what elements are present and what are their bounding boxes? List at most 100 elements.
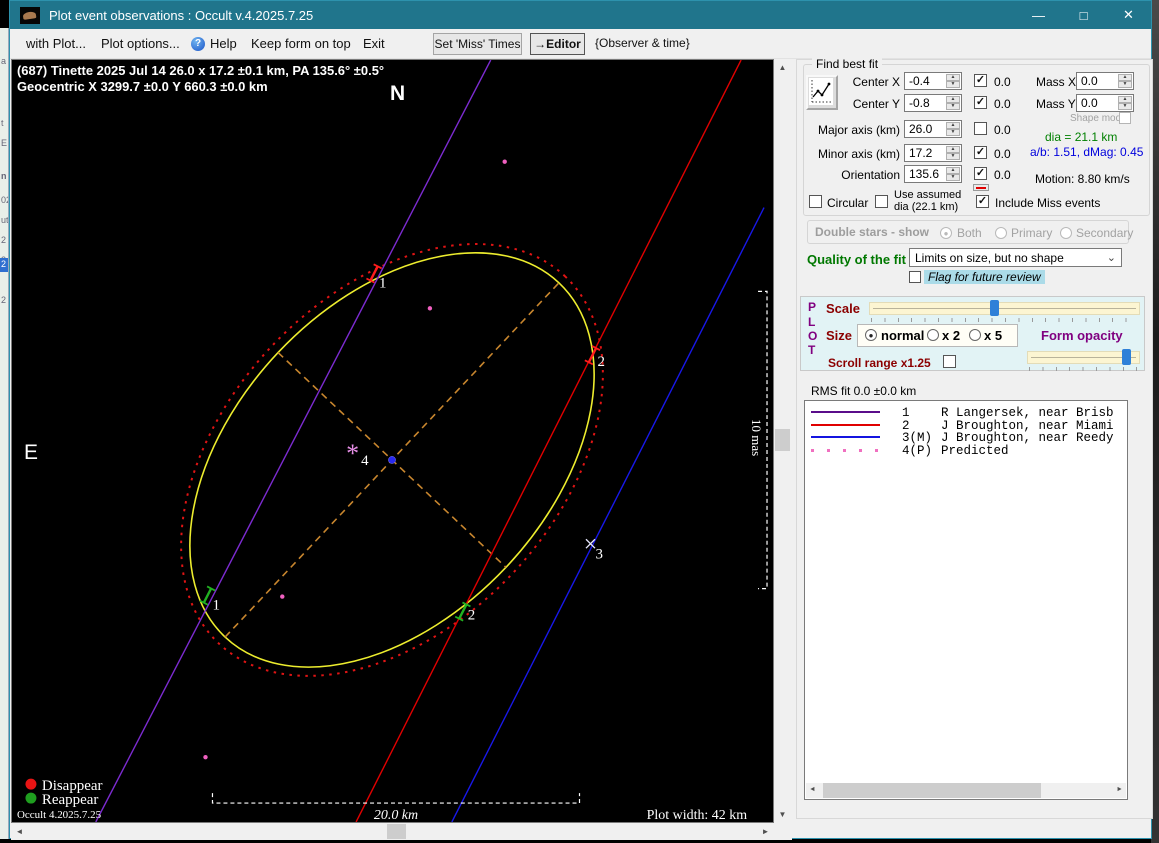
major-axis-spinner[interactable]: ▲ ▼ [946,122,960,136]
scroll-right-arrow[interactable]: ► [757,823,774,840]
disappear-legend-dot [25,778,37,790]
bg-fragment: n [1,171,7,181]
fit-control-panel: Find best fit Center X -0.4 ▲ ▼ ✓ 0.0 Mas… [796,57,1153,819]
center-y-label: Center Y [852,97,900,111]
observer-listbox[interactable]: 1R Langersek, near Brisb 2J Broughton, n… [804,400,1128,800]
occultation-plot[interactable]: 1 2 1 2 3 4 * 10 mas 20.0 km (687) Tinet… [11,59,774,823]
rms-fit-label: RMS fit 0.0 ±0.0 km [811,384,917,398]
maximize-button[interactable]: □ [1061,1,1106,29]
km-scale-bar [211,793,581,804]
scale-slider-thumb[interactable] [990,300,999,316]
size-normal-label: normal [881,328,925,343]
scale-slider-track[interactable] [869,302,1140,315]
minor-axis-label: Minor axis (km) [817,147,900,161]
help-icon[interactable]: ? [191,37,205,51]
opacity-slider-ticks [1029,367,1138,371]
plot-letter-o: O [808,329,818,343]
plot-width-label: Plot width: 42 km [647,808,748,823]
use-assumed-label-2: dia (22.1 km) [894,201,959,213]
minor-axis-spinner[interactable]: ▲ ▼ [946,146,960,160]
center-x-checkbox[interactable]: ✓ [974,74,987,87]
mass-x-input[interactable]: 0.0 ▲ ▼ [1076,72,1134,90]
set-miss-times-button[interactable]: Set 'Miss' Times [433,33,522,55]
editor-button[interactable]: →Editor [530,33,585,55]
app-window: Plot event observations : Occult v.4.202… [9,0,1153,840]
menu-keep-on-top[interactable]: Keep form on top [251,36,351,51]
plot-title-line2: Geocentric X 3299.7 ±0.0 Y 660.3 ±0.0 km [17,79,268,94]
orientation-checkbox[interactable]: ✓ [974,167,987,180]
menu-exit[interactable]: Exit [363,36,385,51]
list-item[interactable]: 2J Broughton, near Miami [805,419,1127,433]
scroll-range-checkbox[interactable] [943,355,956,368]
chevron-down-icon: ⌄ [1106,252,1116,264]
minor-axis-input[interactable]: 17.2 ▲ ▼ [904,144,962,162]
marker-label-miss: 3 [595,547,602,563]
double-primary-label: Primary [1011,226,1053,240]
size-x2-radio[interactable] [927,329,939,341]
center-x-spinner[interactable]: ▲ ▼ [946,74,960,88]
orientation-label: Orientation [841,168,900,182]
find-best-fit-label: Find best fit [812,57,883,71]
axis-ratio-label: a/b: 1.51, dMag: 0.45 [1030,145,1144,159]
list-scroll-left-arrow[interactable]: ◄ [806,783,819,798]
close-button[interactable]: ✕ [1106,1,1151,29]
quality-dropdown[interactable]: Limits on size, but no shape ⌄ [909,248,1122,267]
use-assumed-checkbox[interactable] [875,195,888,208]
horizontal-scroll-thumb[interactable] [387,824,406,839]
plot-vertical-scrollbar[interactable]: ▲ ▼ [774,59,791,823]
size-x5-label: x 5 [984,328,1003,343]
orientation-spinner[interactable]: ▲ ▼ [946,167,960,181]
km-scale-label: 20.0 km [374,808,418,823]
list-item[interactable]: 3(M) J Broughton, near Reedy [805,431,1127,445]
listbox-horizontal-scrollbar[interactable]: ◄ ► [806,783,1126,798]
plot-panel: 1 2 1 2 3 4 * 10 mas 20.0 km (687) Tinet… [11,59,792,840]
menu-with-plot[interactable]: with Plot... [26,36,86,51]
major-axis-label: Major axis (km) [817,123,900,137]
include-miss-checkbox[interactable]: ✓ [976,195,989,208]
double-secondary-radio[interactable] [1060,227,1072,239]
menu-plot-options[interactable]: Plot options... [101,36,180,51]
plot-horizontal-scrollbar[interactable]: ◄ ► [11,823,774,840]
scroll-down-arrow[interactable]: ▼ [774,806,791,823]
list-item[interactable]: 1R Langersek, near Brisb [805,406,1127,420]
mas-scale-label: 10 mas [749,419,764,456]
double-both-radio[interactable]: ● [940,227,952,239]
bg-fragment: t [1,118,4,128]
minor-axis-checkbox[interactable]: ✓ [974,146,987,159]
center-y-spinner[interactable]: ▲ ▼ [946,96,960,110]
marker-label-r1: 1 [212,598,219,614]
mass-y-spinner[interactable]: ▲ ▼ [1118,96,1132,110]
shape-model-checkbox[interactable] [1119,112,1131,124]
include-miss-label: Include Miss events [995,196,1101,210]
double-primary-radio[interactable] [995,227,1007,239]
opacity-slider-thumb[interactable] [1122,349,1131,365]
orientation-input[interactable]: 135.6 ▲ ▼ [904,165,962,183]
menu-help[interactable]: Help [210,36,237,51]
background-window-sliver: a t E n 02 ut 2 2 2 2 [0,28,9,839]
size-x5-radio[interactable] [969,329,981,341]
scroll-up-arrow[interactable]: ▲ [774,59,791,76]
center-y-input[interactable]: -0.8 ▲ ▼ [904,94,962,112]
line-style-button[interactable] [973,184,989,191]
use-assumed-label-1: Use assumed [894,189,962,201]
reappear-legend-label: Reappear [42,792,98,808]
circular-checkbox[interactable] [809,195,822,208]
plot-letter-p: P [808,300,817,314]
list-item[interactable]: 4(P) Predicted [805,444,1127,458]
mass-x-spinner[interactable]: ▲ ▼ [1118,74,1132,88]
major-axis-input[interactable]: 26.0 ▲ ▼ [904,120,962,138]
chord-1-line [95,60,492,822]
chord-2-swatch [811,423,880,426]
vertical-scroll-thumb[interactable] [775,429,790,451]
size-normal-radio[interactable]: ● [865,329,877,341]
flag-review-checkbox[interactable] [909,271,921,283]
mass-y-input[interactable]: 0.0 ▲ ▼ [1076,94,1134,112]
center-x-input[interactable]: -0.4 ▲ ▼ [904,72,962,90]
major-axis-sigma: 0.0 [994,123,1011,137]
list-scroll-thumb[interactable] [823,783,1041,798]
center-y-checkbox[interactable]: ✓ [974,96,987,109]
minimize-button[interactable]: — [1016,1,1061,29]
list-scroll-right-arrow[interactable]: ► [1113,783,1126,798]
scroll-left-arrow[interactable]: ◄ [11,823,28,840]
major-axis-checkbox[interactable] [974,122,987,135]
